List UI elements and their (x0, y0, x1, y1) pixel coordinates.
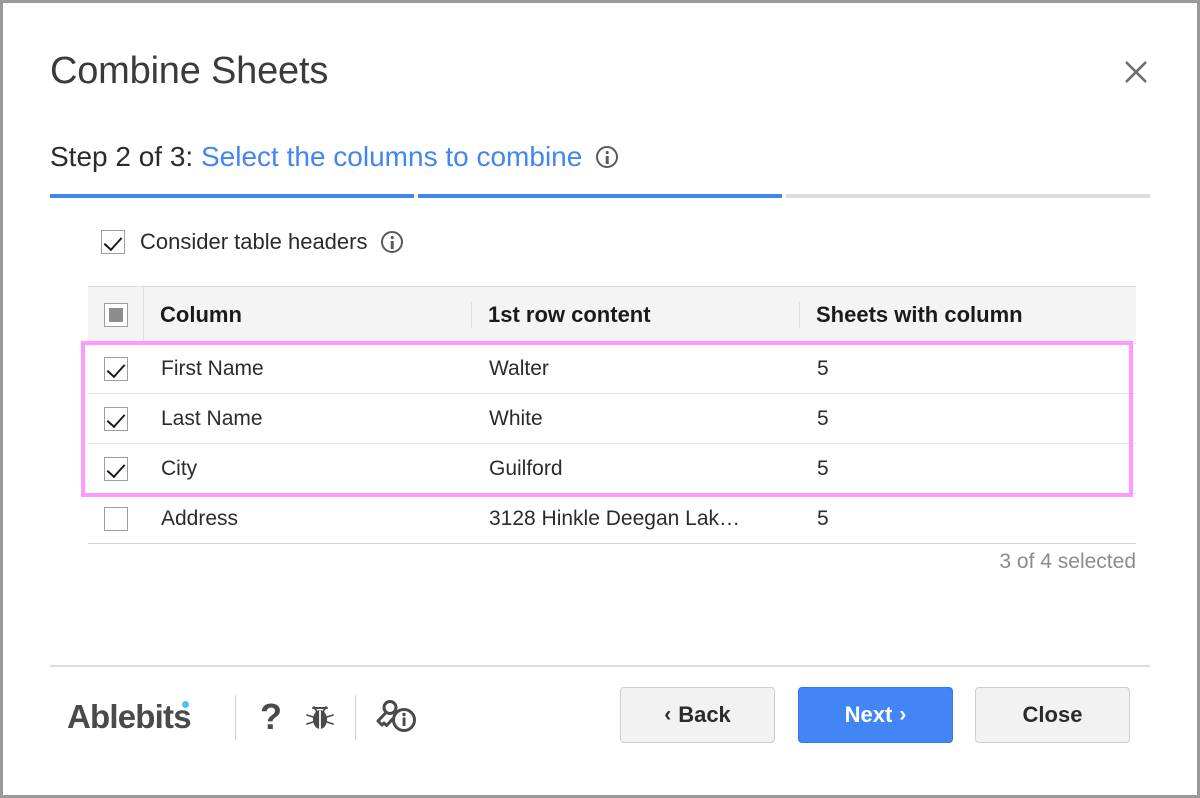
consider-table-headers-row: Consider table headers (101, 229, 404, 255)
help-icon-glyph: ? (260, 696, 282, 737)
step-prefix: Step 2 of 3: (50, 141, 201, 172)
row-sheets-count-label: 5 (817, 456, 829, 480)
footer-divider-1 (235, 695, 236, 740)
row-checkbox-cell (88, 456, 144, 481)
row-checkbox-cell (88, 506, 144, 531)
row-sheets-count-cell: 5 (800, 357, 1136, 381)
help-icon[interactable]: ? (255, 693, 287, 741)
back-button[interactable]: ‹ Back (620, 687, 775, 743)
close-button[interactable]: Close (975, 687, 1130, 743)
row-sheets-count-label: 5 (817, 506, 829, 530)
license-info-icon[interactable] (371, 693, 423, 741)
row-sheets-count-label: 5 (817, 356, 829, 380)
progress-segment-3 (786, 194, 1150, 198)
next-button-label: Next (844, 702, 893, 727)
row-column-cell: Last Name (144, 407, 472, 431)
table-header-row: Column 1st row content Sheets with colum… (88, 286, 1136, 344)
ablebits-logo-dot (182, 701, 189, 708)
ablebits-logo: Ablebits (67, 697, 192, 737)
row-sheets-count-cell: 5 (800, 457, 1136, 481)
row-checkbox[interactable] (104, 456, 128, 481)
row-column-cell: Address (144, 507, 472, 531)
table-body: First Name Walter 5 Last Name White 5 Ci… (81, 341, 1136, 544)
chevron-left-icon: ‹ (664, 703, 672, 726)
progress-segment-1 (50, 194, 414, 198)
row-column-label: City (161, 456, 198, 480)
table-row[interactable]: Last Name White 5 (88, 394, 1136, 444)
row-sheets-count-label: 5 (817, 406, 829, 430)
select-all-checkbox[interactable] (103, 303, 128, 327)
select-all-cell (88, 286, 144, 344)
step-indicator: Step 2 of 3: Select the columns to combi… (50, 140, 619, 174)
progress-segment-2 (418, 194, 782, 198)
row-checkbox-cell (88, 406, 144, 431)
column-header-column: Column (144, 302, 472, 328)
table-row[interactable]: Address 3128 Hinkle Deegan Lak… 5 (88, 494, 1136, 544)
page-title: Combine Sheets (50, 50, 329, 92)
step-title-link[interactable]: Select the columns to combine (201, 140, 582, 174)
row-checkbox[interactable] (104, 506, 128, 531)
consider-table-headers-info-icon[interactable] (381, 231, 404, 253)
selection-summary: 3 of 4 selected (999, 550, 1136, 573)
row-checkbox[interactable] (104, 356, 128, 381)
footer-divider (50, 665, 1150, 667)
row-sheets-count-cell: 5 (800, 407, 1136, 431)
column-header-sheets-with-column: Sheets with column (800, 302, 1136, 328)
row-column-label: Last Name (161, 406, 263, 430)
first-row-content-header-label: 1st row content (488, 302, 651, 327)
dialog-footer: Ablebits ? ‹ Back Next › Close (3, 687, 1197, 767)
row-column-cell: First Name (144, 357, 472, 381)
bug-icon[interactable] (299, 693, 341, 741)
row-column-label: First Name (161, 356, 264, 380)
chevron-right-icon: › (899, 703, 907, 726)
sheets-with-column-header-label: Sheets with column (816, 302, 1023, 327)
row-first-row-content-label: White (489, 406, 543, 430)
step-progress-bar (50, 194, 1150, 198)
next-button[interactable]: Next › (798, 687, 953, 743)
row-first-row-content-cell: 3128 Hinkle Deegan Lak… (472, 507, 800, 531)
column-header-label: Column (160, 302, 242, 327)
row-first-row-content-cell: Guilford (472, 457, 800, 481)
row-first-row-content-label: Guilford (489, 456, 563, 480)
consider-table-headers-label: Consider table headers (140, 229, 368, 254)
footer-divider-2 (355, 695, 356, 740)
column-header-first-row-content: 1st row content (472, 302, 800, 328)
row-checkbox-cell (88, 356, 144, 381)
row-sheets-count-cell: 5 (800, 507, 1136, 531)
row-first-row-content-cell: Walter (472, 357, 800, 381)
close-icon[interactable] (1117, 53, 1155, 91)
row-first-row-content-cell: White (472, 407, 800, 431)
table-row[interactable]: First Name Walter 5 (88, 344, 1136, 394)
row-column-cell: City (144, 457, 472, 481)
columns-table: Column 1st row content Sheets with colum… (81, 286, 1136, 573)
row-checkbox[interactable] (104, 406, 128, 431)
ablebits-logo-text: Ablebits (67, 698, 192, 735)
dialog-window: Combine Sheets Step 2 of 3: Select the c… (0, 0, 1200, 798)
close-button-label: Close (1022, 702, 1083, 727)
table-row[interactable]: City Guilford 5 (88, 444, 1136, 494)
row-first-row-content-label: Walter (489, 356, 549, 380)
consider-table-headers-checkbox[interactable] (101, 230, 125, 254)
row-column-label: Address (161, 506, 239, 530)
step-info-icon[interactable] (596, 146, 619, 168)
back-button-label: Back (678, 702, 731, 727)
row-first-row-content-label: 3128 Hinkle Deegan Lak… (489, 506, 740, 530)
